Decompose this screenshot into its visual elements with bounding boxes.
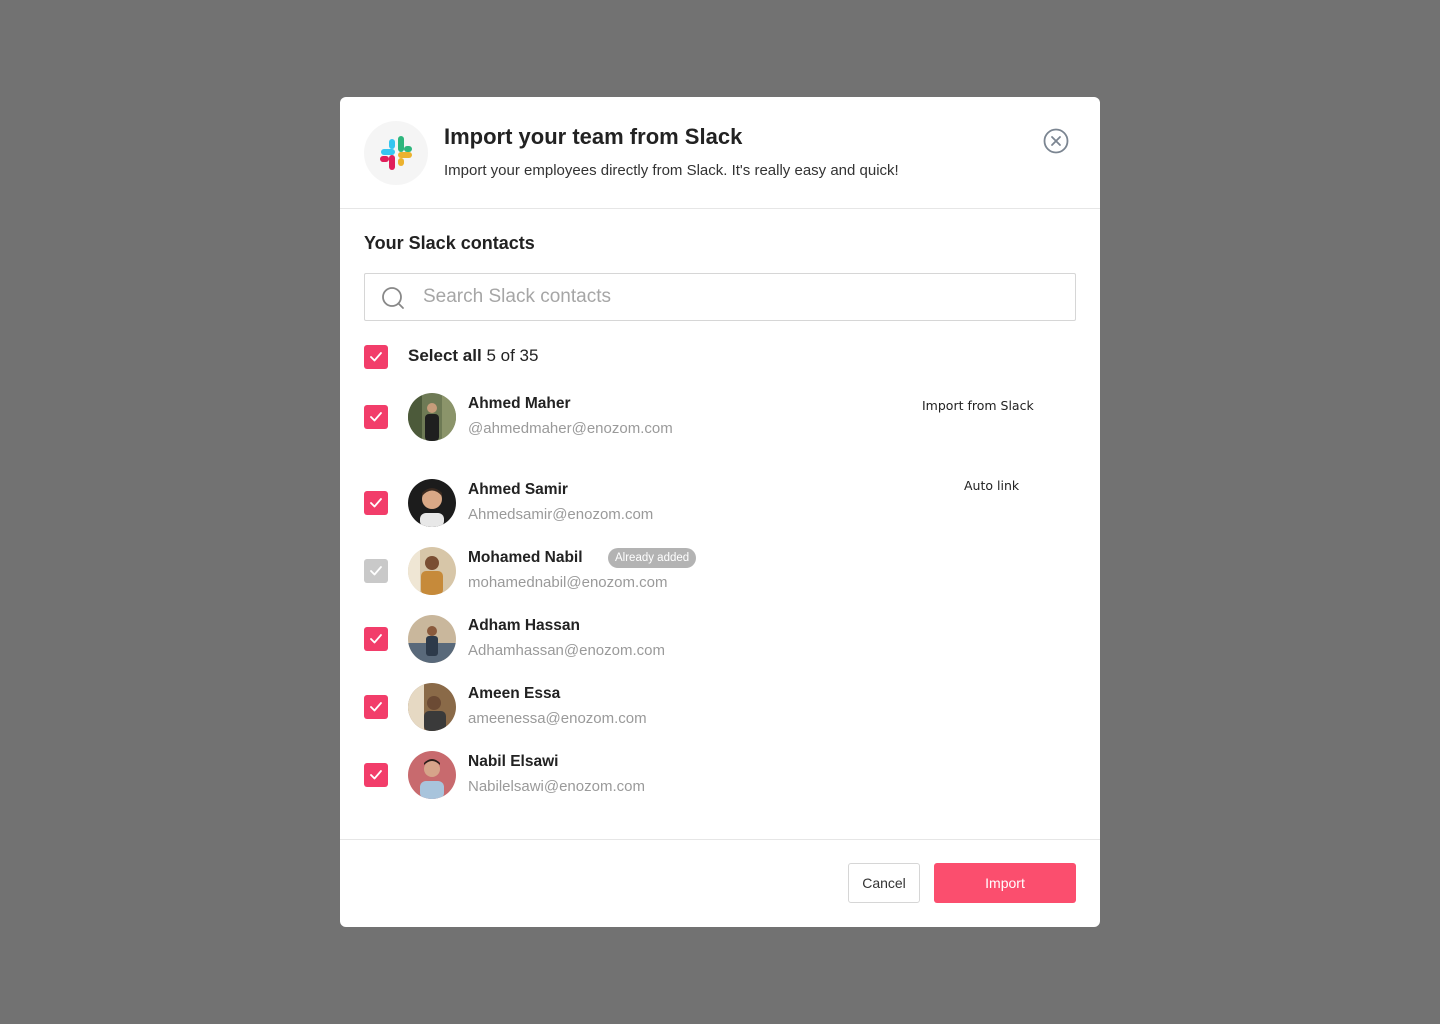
contact-email: mohamednabil@enozom.com	[468, 574, 668, 591]
contact-name: Ameen Essa	[468, 685, 561, 702]
contact-checkbox[interactable]	[364, 405, 388, 429]
contact-checkbox-disabled	[364, 559, 388, 583]
contact-checkbox[interactable]	[364, 627, 388, 651]
check-icon	[370, 702, 382, 712]
cancel-button[interactable]: Cancel	[848, 863, 920, 903]
contact-email: Adhamhassan@enozom.com	[468, 642, 665, 659]
selected-count: 5 of 35	[486, 346, 539, 365]
search-box	[364, 273, 1076, 321]
search-icon	[382, 287, 404, 309]
already-added-badge: Already added	[608, 548, 697, 568]
select-all-checkbox[interactable]	[364, 345, 388, 369]
contact-checkbox[interactable]	[364, 491, 388, 515]
annotation-auto-link: Auto link	[964, 478, 1020, 493]
contact-name: Adham Hassan	[468, 617, 580, 634]
check-icon	[370, 412, 382, 422]
modal-subtitle: Import your employees directly from Slac…	[444, 162, 899, 179]
contact-name: Ahmed Maher	[468, 395, 571, 412]
contact-name: Mohamed Nabil	[468, 549, 583, 566]
check-icon	[370, 634, 382, 644]
contact-name: Nabil Elsawi	[468, 753, 559, 770]
avatar	[408, 615, 456, 663]
select-all-text: Select all	[408, 346, 482, 365]
check-icon	[370, 352, 382, 362]
check-icon	[370, 770, 382, 780]
check-icon	[370, 566, 382, 576]
slack-logo-icon	[364, 121, 428, 185]
contact-checkbox[interactable]	[364, 763, 388, 787]
avatar	[408, 751, 456, 799]
contact-email: Ahmedsamir@enozom.com	[468, 506, 654, 523]
modal-footer: Cancel Import	[340, 839, 1100, 927]
close-icon[interactable]	[1043, 128, 1069, 154]
contact-checkbox[interactable]	[364, 695, 388, 719]
contact-email: Nabilelsawi@enozom.com	[468, 778, 645, 795]
check-icon	[370, 498, 382, 508]
contact-email: ameenessa@enozom.com	[468, 710, 647, 727]
contact-name: Ahmed Samir	[468, 481, 568, 498]
modal-title: Import your team from Slack	[444, 124, 743, 149]
avatar	[408, 547, 456, 595]
avatar	[408, 683, 456, 731]
avatar	[408, 393, 456, 441]
import-button[interactable]: Import	[934, 863, 1076, 903]
select-all-label: Select all 5 of 35	[408, 346, 538, 366]
modal-header: Import your team from Slack Import your …	[340, 97, 1100, 209]
search-input[interactable]	[423, 274, 1063, 320]
import-slack-modal: Import your team from Slack Import your …	[340, 97, 1100, 927]
avatar	[408, 479, 456, 527]
contact-email: @ahmedmaher@enozom.com	[468, 420, 673, 437]
annotation-import-from-slack: Import from Slack	[922, 398, 1034, 413]
section-title: Your Slack contacts	[364, 233, 535, 253]
